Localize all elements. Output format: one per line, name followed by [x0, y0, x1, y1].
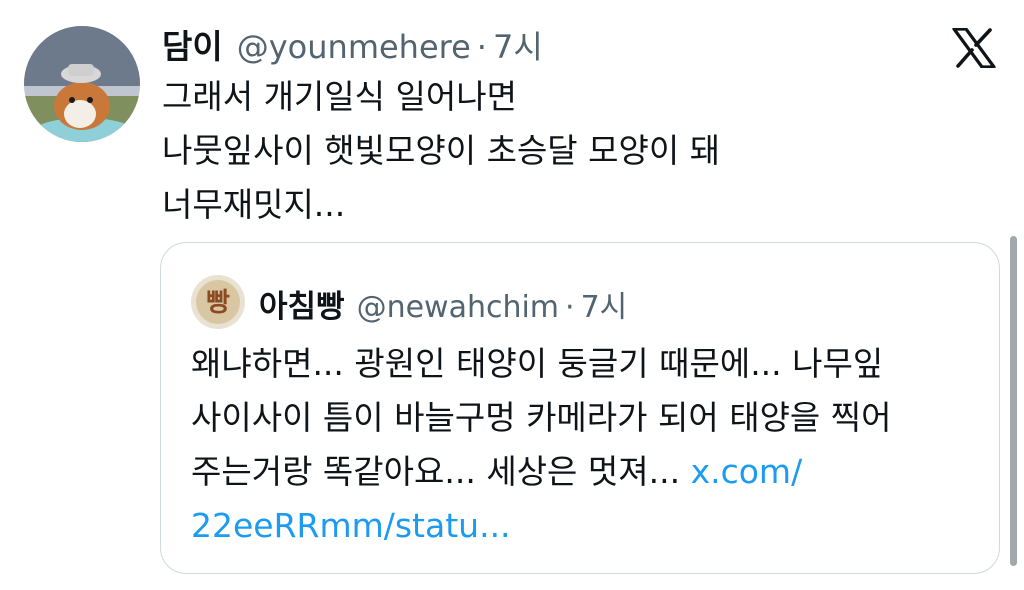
tweet-body: 그래서 개기일식 일어나면 나뭇잎사이 햇빛모양이 초승달 모양이 돼 너무재밋…	[162, 70, 942, 232]
timestamp[interactable]: 7시	[493, 22, 543, 68]
quote-avatar[interactable]: 빵	[191, 275, 245, 329]
tweet-line: 그래서 개기일식 일어나면	[162, 77, 517, 116]
avatar-text: 빵	[206, 288, 230, 318]
x-logo-icon[interactable]	[952, 27, 996, 69]
tweet-header: 담이 @younmehere · 7시	[162, 20, 543, 68]
quote-link[interactable]: 22eeRRmm/statu...	[191, 506, 511, 545]
tweet-line: 나뭇잎사이 햇빛모양이 초승달 모양이 돼	[162, 131, 721, 170]
quote-line-text: 주는거랑 똑같아요... 세상은 멋져...	[191, 452, 691, 491]
quote-author-handle[interactable]: @newahchim	[357, 290, 559, 325]
quote-body: 왜냐하면... 광원인 태양이 둥글기 때문에... 나무잎 사이사이 틈이 바…	[191, 337, 981, 553]
tweet-line: 너무재밋지...	[162, 185, 346, 224]
quote-timestamp[interactable]: 7시	[581, 282, 628, 326]
avatar[interactable]	[24, 26, 140, 142]
scrollbar[interactable]	[1010, 236, 1017, 566]
bread-avatar-icon: 빵	[191, 275, 245, 329]
separator: ·	[476, 28, 487, 66]
quote-line: 22eeRRmm/statu...	[191, 499, 981, 553]
separator: ·	[565, 290, 575, 325]
quote-line: 왜냐하면... 광원인 태양이 둥글기 때문에... 나무잎	[191, 344, 884, 383]
quote-header: 아침빵 @newahchim · 7시	[259, 281, 627, 326]
quote-link[interactable]: x.com/	[691, 452, 803, 491]
quote-line: 사이사이 틈이 바늘구멍 카메라가 되어 태양을 찍어	[191, 398, 892, 437]
author-handle[interactable]: @younmehere	[237, 28, 471, 66]
author-name[interactable]: 담이	[162, 20, 223, 68]
quote-author-name[interactable]: 아침빵	[259, 281, 345, 326]
guinea-pig-avatar-icon	[24, 26, 140, 142]
quote-tweet-card[interactable]: 빵 아침빵 @newahchim · 7시 왜냐하면... 광원인 태양이 둥글…	[160, 242, 1000, 574]
quote-line: 주는거랑 똑같아요... 세상은 멋져... x.com/	[191, 445, 981, 499]
